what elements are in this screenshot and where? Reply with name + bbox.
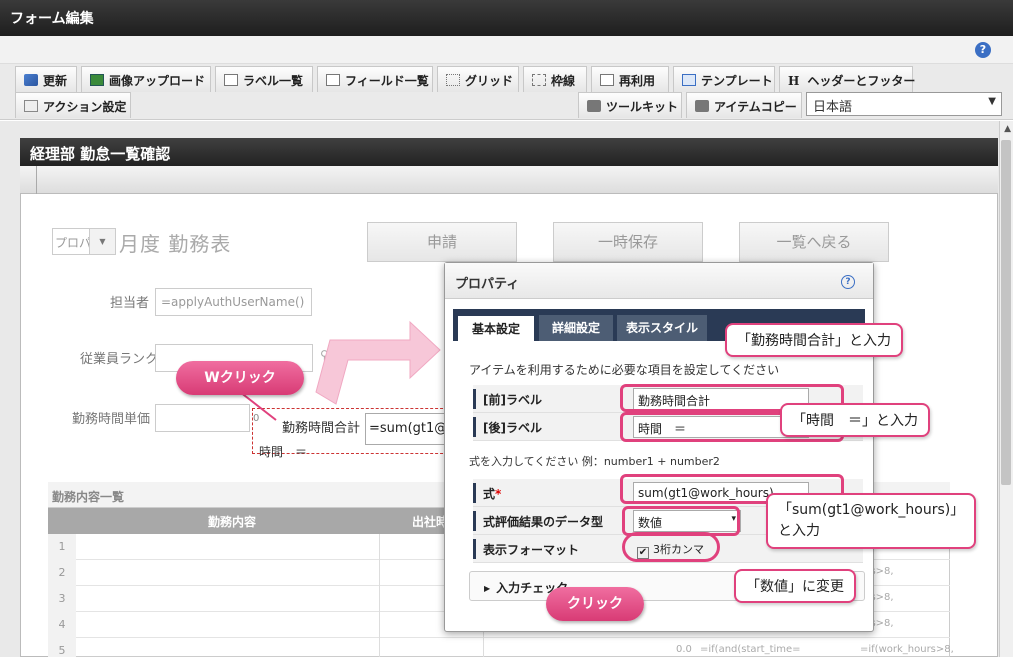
top-strip: ? bbox=[0, 36, 1013, 64]
unit-price-label: 勤務時間単価 bbox=[72, 412, 151, 427]
dialog-title: プロパティ bbox=[445, 263, 873, 299]
form-header: 経理部 勤怠一覧確認 bbox=[20, 138, 998, 166]
dialog-description: アイテムを利用するために必要な項目を設定してください bbox=[469, 363, 780, 377]
rank-label: 従業員ランク bbox=[80, 352, 159, 367]
form-subbar bbox=[20, 166, 998, 194]
month-title: 月度 勤務表 bbox=[119, 232, 232, 256]
back-to-list-button[interactable]: 一覧へ戻る bbox=[739, 222, 889, 262]
template-button[interactable]: テンプレート bbox=[673, 66, 775, 92]
callout-after-label: 「時間 ＝」と入力 bbox=[780, 403, 930, 437]
callout-formula: 「sum(gt1@work_hours)」 と入力 bbox=[766, 493, 977, 549]
click-badge: クリック bbox=[546, 587, 644, 621]
grid-button[interactable]: グリッド bbox=[437, 66, 519, 92]
callout-total-label: 「勤務時間合計」と入力 bbox=[725, 323, 903, 357]
item-label-after: 時間 ＝ bbox=[259, 445, 308, 459]
grid-icon bbox=[446, 74, 460, 86]
column-header: 出社時 bbox=[412, 515, 449, 529]
list-icon bbox=[224, 74, 238, 86]
item-zero-text: 0 bbox=[253, 413, 260, 424]
template-icon bbox=[682, 74, 696, 86]
field-icon bbox=[326, 74, 340, 86]
chevron-down-icon: ▼ bbox=[988, 96, 996, 107]
highlight-checkbox bbox=[622, 532, 720, 562]
toolbox-icon bbox=[587, 100, 601, 112]
border-button[interactable]: 枠線 bbox=[523, 66, 587, 92]
selected-form-item[interactable]: 0 勤務時間合計 =sum(gt1@work_hours) 時間 ＝ bbox=[252, 408, 448, 459]
tab-advanced[interactable]: 詳細設定 bbox=[539, 315, 613, 341]
scroll-up-icon[interactable]: ▲ bbox=[1004, 124, 1011, 134]
help-icon[interactable]: ? bbox=[841, 275, 855, 289]
item-label-before: 勤務時間合計 bbox=[282, 421, 361, 436]
header-footer-button[interactable]: H ヘッダーとフッター bbox=[779, 66, 915, 92]
refresh-icon bbox=[24, 74, 38, 86]
document-icon bbox=[600, 74, 614, 86]
apply-button[interactable]: 申請 bbox=[367, 222, 517, 262]
tab-basic[interactable]: 基本設定 bbox=[457, 315, 535, 341]
action-icon bbox=[24, 100, 38, 112]
action-settings-button[interactable]: アクション設定 bbox=[15, 92, 131, 118]
help-icon[interactable]: ? bbox=[975, 42, 991, 58]
field-list-button[interactable]: フィールド一覧 bbox=[317, 66, 433, 92]
owner-input[interactable]: =applyAuthUserName() bbox=[155, 288, 312, 316]
chevron-right-icon: ▶ bbox=[484, 584, 491, 593]
item-formula-input[interactable]: =sum(gt1@work_hours) bbox=[365, 413, 447, 445]
reuse-button[interactable]: 再利用 bbox=[591, 66, 669, 92]
column-header: 勤務内容 bbox=[208, 515, 257, 529]
unit-price-input[interactable] bbox=[155, 404, 250, 432]
process-select[interactable]: プロパ ▼ bbox=[52, 228, 116, 255]
formula-hint: 式を入力してください 例：number1 + number2 bbox=[469, 455, 720, 468]
label-list-button[interactable]: ラベル一覧 bbox=[215, 66, 313, 92]
double-click-badge: Wクリック bbox=[176, 361, 304, 395]
tab-display-style[interactable]: 表示スタイル bbox=[617, 315, 707, 341]
save-draft-button[interactable]: 一時保存 bbox=[553, 222, 703, 262]
owner-label: 担当者 bbox=[110, 296, 150, 311]
copy-icon bbox=[695, 100, 709, 112]
item-copy-button[interactable]: アイテムコピー bbox=[686, 92, 802, 118]
toolkit-button[interactable]: ツールキット bbox=[578, 92, 682, 118]
language-select[interactable]: 日本語 ▼ bbox=[806, 92, 1002, 116]
scroll-thumb[interactable] bbox=[1001, 140, 1011, 485]
image-icon bbox=[90, 74, 104, 86]
callout-datatype: 「数値」に変更 bbox=[734, 569, 856, 603]
toolbar: 更新 画像アップロード ラベル一覧 フィールド一覧 グリッド 枠線 再利用 テン… bbox=[0, 64, 1013, 120]
search-icon[interactable]: ⚲ bbox=[320, 348, 329, 362]
image-upload-button[interactable]: 画像アップロード bbox=[81, 66, 211, 92]
header-footer-icon: H bbox=[788, 74, 800, 88]
border-icon bbox=[532, 74, 546, 86]
chevron-down-icon: ▼ bbox=[89, 229, 115, 254]
window-title: フォーム編集 bbox=[0, 0, 1013, 36]
table-row[interactable]: 5 0.0 =if(and(start_time= =if(work_hours>8, bbox=[48, 638, 954, 657]
update-button[interactable]: 更新 bbox=[15, 66, 77, 92]
